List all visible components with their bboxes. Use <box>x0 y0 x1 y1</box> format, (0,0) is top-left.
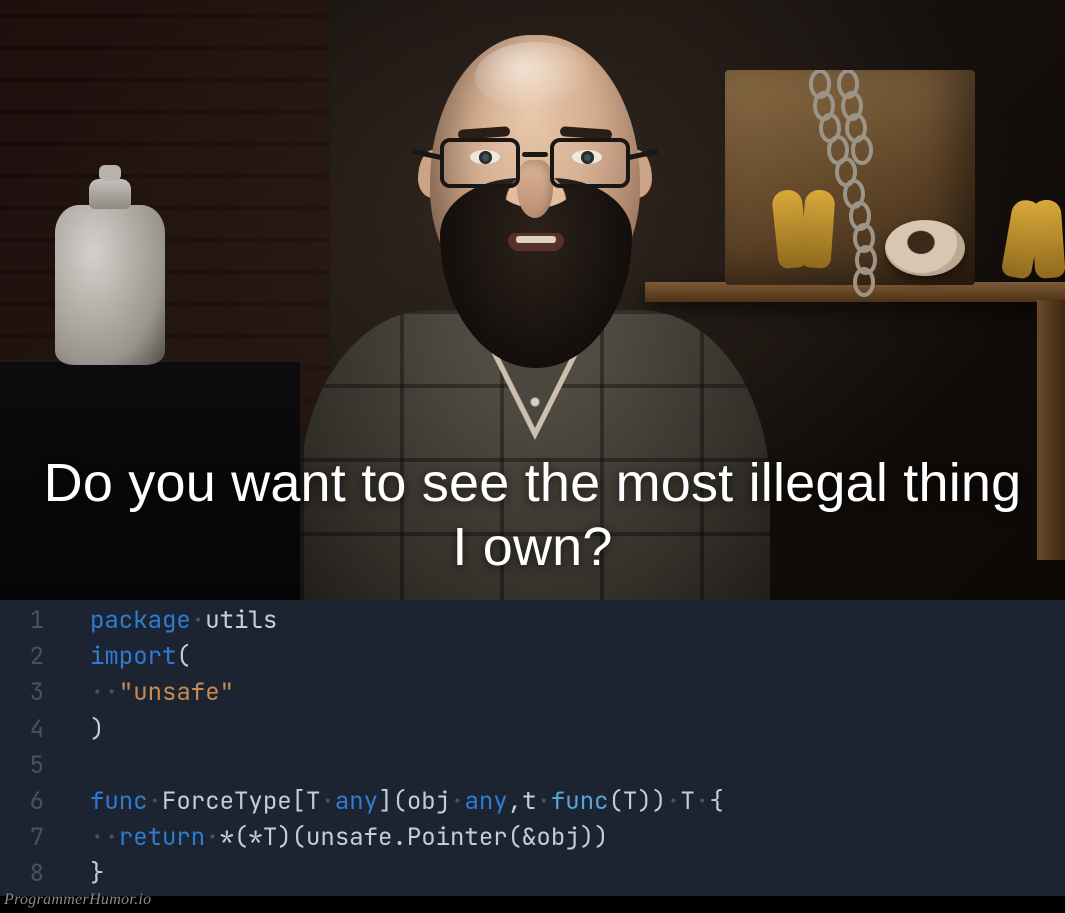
code-content: } <box>66 856 104 892</box>
code-line: 7 ··return·*(*T)(unsafe.Pointer(&obj)) <box>0 820 1065 856</box>
nose <box>517 160 553 218</box>
shirt-button <box>531 398 539 406</box>
code-content: package·utils <box>66 603 277 639</box>
teeth <box>516 236 556 243</box>
code-content: ) <box>66 712 104 748</box>
line-number: 2 <box>0 639 66 675</box>
line-number: 3 <box>0 675 66 711</box>
line-number: 6 <box>0 784 66 820</box>
code-line: 2 import( <box>0 639 1065 675</box>
code-content <box>66 748 104 784</box>
white-jug <box>55 205 165 365</box>
iris-right <box>581 151 594 164</box>
tape-roll <box>885 220 965 276</box>
iris-left <box>479 151 492 164</box>
code-line: 6 func·ForceType[T·any](obj·any,t·func(T… <box>0 784 1065 820</box>
work-glove <box>800 189 835 269</box>
line-number: 1 <box>0 603 66 639</box>
code-line: 3 ··"unsafe" <box>0 675 1065 711</box>
line-number: 7 <box>0 820 66 856</box>
code-content: ··"unsafe" <box>66 675 234 711</box>
code-content: import( <box>66 639 191 675</box>
wood-shelf <box>645 282 1065 302</box>
line-number: 8 <box>0 856 66 892</box>
scalp-highlight <box>475 42 595 112</box>
code-content: ··return·*(*T)(unsafe.Pointer(&obj)) <box>66 820 608 856</box>
code-line: 8 } <box>0 856 1065 892</box>
watermark: ProgrammerHumor.io <box>4 891 151 909</box>
code-line: 1 package·utils <box>0 603 1065 639</box>
work-glove <box>1030 199 1065 279</box>
code-editor-panel: 1 package·utils 2 import( 3 ··"unsafe" 4… <box>0 600 1065 896</box>
code-line: 5 <box>0 748 1065 784</box>
code-content: func·ForceType[T·any](obj·any,t·func(T))… <box>66 784 724 820</box>
code-line: 4 ) <box>0 712 1065 748</box>
meme-caption: Do you want to see the most illegal thin… <box>0 452 1065 579</box>
line-number: 4 <box>0 712 66 748</box>
line-number: 5 <box>0 748 66 784</box>
meme-photo-panel: Do you want to see the most illegal thin… <box>0 0 1065 600</box>
